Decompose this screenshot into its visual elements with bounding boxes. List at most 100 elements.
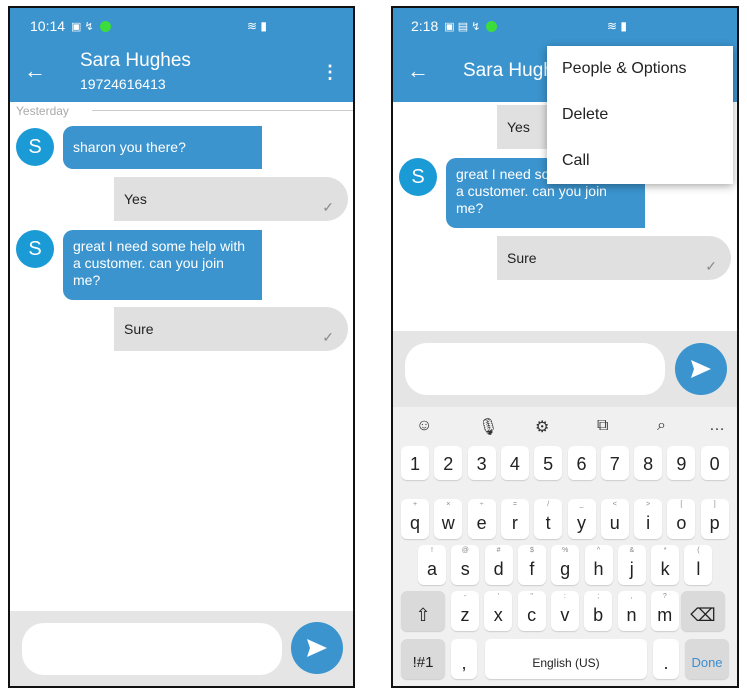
- letter-key[interactable]: :v: [550, 591, 579, 631]
- home-row: ! a @ s # d $ f% g ^ h & j * k(l: [393, 545, 737, 585]
- bottom-letter-row: ⇧ ⌫ - z ' x " c: v; b, n? m: [393, 591, 737, 631]
- letter-key[interactable]: [o: [667, 499, 696, 539]
- key-label: w: [441, 513, 455, 533]
- message-incoming: sharon you there?: [63, 126, 262, 169]
- space-row: !#1 , English (US) . Done: [393, 639, 737, 679]
- letter-key[interactable]: ] p: [700, 499, 729, 539]
- letter-key[interactable]: * k: [651, 545, 680, 585]
- letter-key[interactable]: ,n: [617, 591, 646, 631]
- comma-key[interactable]: ,: [451, 639, 477, 679]
- menu-item-call[interactable]: Call: [562, 152, 590, 170]
- number-key[interactable]: 3: [467, 446, 496, 480]
- check-icon: ✓: [322, 199, 334, 215]
- number-key[interactable]: 8: [634, 446, 663, 480]
- letter-key[interactable]: + q: [401, 499, 429, 539]
- letter-key[interactable]: × w: [434, 499, 463, 539]
- backspace-key[interactable]: ⌫: [681, 591, 725, 631]
- online-dot-icon: [99, 20, 111, 32]
- letter-key[interactable]: $ f: [517, 545, 546, 585]
- key-secondary-label: =: [512, 501, 517, 508]
- emoji-icon[interactable]: ☺: [416, 417, 432, 435]
- letter-key[interactable]: & j: [617, 545, 646, 585]
- date-divider-label: Yesterday: [16, 104, 69, 118]
- number-key[interactable]: 1: [401, 446, 429, 480]
- letter-key[interactable]: ; b: [584, 591, 613, 631]
- key-label: 1: [409, 454, 420, 474]
- right-phone-screen: 2:18 ▣ ▤ ↯ ≋ ▮ ← Sara Hughes Yes S great…: [391, 6, 739, 688]
- number-key[interactable]: 5: [534, 446, 563, 480]
- message-text: Sure: [124, 321, 154, 337]
- key-label: r: [511, 513, 518, 533]
- wifi-signal-battery-icons: ≋ ▮: [607, 19, 627, 33]
- key-secondary-label: ×: [446, 501, 451, 508]
- letter-key[interactable]: (l: [684, 545, 713, 585]
- message-outgoing: Sure ✓: [497, 236, 731, 280]
- symbols-key[interactable]: !#1: [401, 639, 445, 679]
- letter-key[interactable]: % g: [551, 545, 580, 585]
- number-key[interactable]: 0: [700, 446, 729, 480]
- key-secondary-label: +: [412, 501, 418, 508]
- avatar: S: [16, 128, 54, 166]
- key-secondary-label: _: [579, 501, 584, 508]
- key-secondary-label: ": [530, 593, 533, 600]
- menu-item-people-options[interactable]: People & Options: [562, 60, 687, 78]
- menu-item-delete[interactable]: Delete: [562, 106, 608, 124]
- spacebar[interactable]: English (US): [485, 639, 647, 679]
- number-key[interactable]: 7: [600, 446, 629, 480]
- send-icon: [307, 639, 327, 657]
- done-key[interactable]: Done: [685, 639, 729, 679]
- key-label: j: [629, 559, 634, 579]
- period-key[interactable]: .: [653, 639, 679, 679]
- letter-key[interactable]: # d: [484, 545, 513, 585]
- key-label: q: [409, 513, 420, 533]
- letter-key[interactable]: ^ h: [584, 545, 613, 585]
- status-notification-icons: ▣ ▤ ↯: [444, 20, 481, 33]
- more-vertical-icon[interactable]: ⋮: [321, 62, 339, 83]
- key-label: 9: [676, 454, 687, 474]
- letter-key[interactable]: = r: [500, 499, 529, 539]
- key-secondary-label: @: [461, 547, 469, 554]
- key-label: s: [460, 559, 470, 579]
- key-label: p: [709, 513, 720, 533]
- message-input[interactable]: [405, 343, 665, 395]
- number-key[interactable]: 6: [567, 446, 596, 480]
- key-label: d: [493, 559, 504, 579]
- letter-key[interactable]: > i: [634, 499, 663, 539]
- key-label: y: [577, 513, 586, 533]
- arrow-left-icon[interactable]: ←: [24, 60, 46, 82]
- letter-key[interactable]: @ s: [451, 545, 480, 585]
- key-secondary-label: ^: [596, 547, 601, 554]
- search-icon[interactable]: ⌕: [657, 417, 666, 435]
- arrow-left-icon[interactable]: ←: [407, 60, 429, 82]
- send-button[interactable]: [291, 622, 343, 674]
- key-secondary-label: $: [529, 547, 534, 554]
- translate-icon[interactable]: ⧉: [597, 417, 608, 435]
- key-secondary-label: ÷: [479, 501, 484, 508]
- letter-key[interactable]: ' x: [484, 591, 513, 631]
- number-key[interactable]: 4: [500, 446, 529, 480]
- letter-key[interactable]: ! a: [418, 545, 446, 585]
- letter-key[interactable]: < u: [600, 499, 629, 539]
- letter-key[interactable]: -z: [451, 591, 479, 631]
- letter-key[interactable]: " c: [517, 591, 546, 631]
- avatar: S: [399, 158, 437, 196]
- letter-key[interactable]: _ y: [567, 499, 596, 539]
- message-text: Yes: [124, 191, 147, 207]
- number-key[interactable]: 2: [434, 446, 463, 480]
- date-divider: Yesterday: [10, 102, 353, 118]
- contact-phone: 19724616413: [80, 76, 166, 92]
- more-horizontal-icon[interactable]: …: [709, 417, 725, 435]
- mic-icon[interactable]: 🎙: [478, 417, 498, 437]
- key-secondary-label: *: [663, 547, 667, 554]
- key-label: 8: [643, 454, 654, 474]
- status-bar: 10:14 ▣ ↯ ≋ ▮: [10, 8, 353, 44]
- letter-key[interactable]: / t: [534, 499, 563, 539]
- send-button[interactable]: [675, 343, 727, 395]
- letter-key[interactable]: ÷ e: [467, 499, 496, 539]
- message-input[interactable]: [22, 623, 282, 675]
- key-secondary-label: !: [431, 547, 433, 554]
- letter-key[interactable]: ? m: [650, 591, 679, 631]
- settings-icon[interactable]: ⚙: [535, 417, 549, 437]
- number-key[interactable]: 9: [667, 446, 696, 480]
- shift-key[interactable]: ⇧: [401, 591, 445, 631]
